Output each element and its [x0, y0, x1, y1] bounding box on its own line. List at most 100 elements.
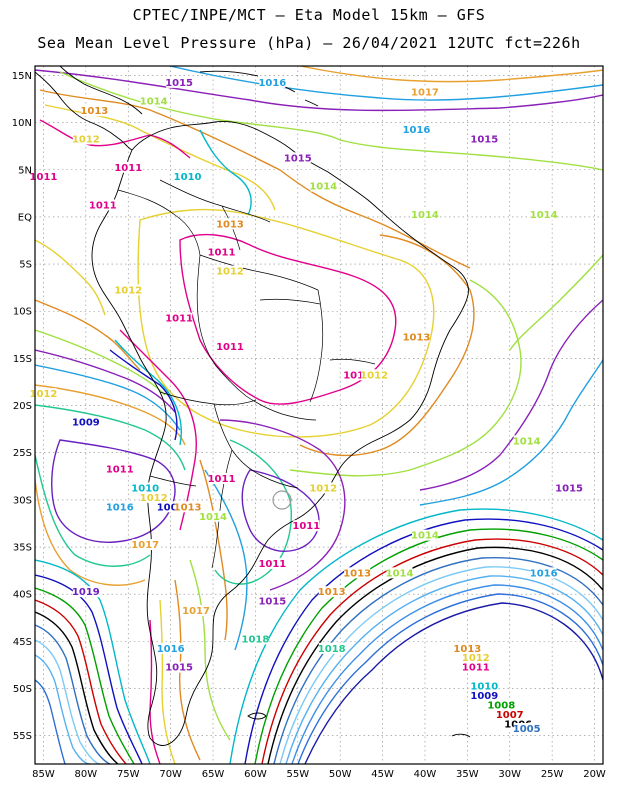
lon-tick-label: 65W	[202, 769, 225, 780]
isobar-label: 1011	[114, 161, 142, 174]
lon-tick-label: 30W	[498, 769, 521, 780]
isobar-label: 1019	[72, 586, 100, 598]
isobar-label-text: 1011	[106, 465, 134, 476]
isobar-label-text: 1012	[72, 134, 100, 145]
isobar-label-text: 1015	[555, 483, 583, 494]
isobar-label-text: 1014	[411, 531, 439, 542]
lat-tick-label: 50S	[13, 684, 32, 695]
lat-tick-label: EQ	[18, 212, 32, 223]
isobar-label: 1012	[360, 369, 388, 381]
isobar-label-text: 1015	[284, 153, 312, 164]
lat-tick-label: 20S	[13, 401, 32, 412]
lon-tick-label: 40W	[414, 769, 437, 780]
isobar-label: 1011	[106, 463, 134, 476]
isobar-label: 1015	[284, 152, 312, 164]
map-svg: 1015 101610171016101510141013101210111011…	[12, 65, 606, 780]
isobar-label-text: 1009	[72, 417, 100, 428]
lon-tick-label: 25W	[541, 769, 564, 780]
isobar-label-text: 1018	[241, 634, 269, 645]
isobar-label: 1016	[157, 642, 185, 655]
isobar-label-text: 1011	[165, 314, 193, 325]
isobar-label-text: 1015	[258, 597, 286, 608]
isobar-label: 1015	[470, 133, 498, 145]
lat-tick-label: 5S	[19, 260, 32, 271]
isobar-label: 1016	[403, 124, 431, 136]
isobar-label: 1015	[555, 482, 583, 494]
lon-tick-label: 55W	[286, 769, 309, 780]
isobar-label: 1011	[216, 340, 244, 353]
isobar-label: 1011	[30, 171, 57, 183]
isobar-label-text: 1017	[411, 87, 439, 98]
isobar-label-text: 1017	[131, 540, 159, 551]
isobar-label-text: 1013	[343, 568, 371, 579]
lon-tick-label: 80W	[75, 769, 98, 780]
isobar-label: 1017	[411, 86, 439, 98]
isobar-label-text: 1016	[530, 568, 558, 579]
lat-tick-label: 15N	[12, 71, 32, 82]
isobar-label: 1014	[386, 567, 413, 579]
lat-tick-label: 45S	[13, 637, 32, 648]
isobar-label: 1011	[292, 520, 320, 532]
lat-tick-label: 55S	[13, 731, 32, 742]
lon-tick-label: 75W	[117, 769, 140, 780]
isobar-label-text: 1011	[89, 200, 117, 211]
isobar-label: 1012	[309, 482, 337, 494]
isobar-label: 1017	[131, 539, 159, 551]
lon-tick-label: 85W	[32, 769, 55, 780]
isobar-label: 1015	[165, 661, 193, 674]
isobar-label-text: 1012	[114, 285, 142, 296]
isobar-label: 1017	[182, 605, 210, 617]
isobar-label: 1016	[258, 76, 286, 89]
isobar-label-text: 1017	[182, 606, 210, 617]
isobar-label-text: 1013	[318, 587, 346, 598]
isobar-label: 1011	[165, 312, 193, 325]
lon-tick-label: 35W	[456, 769, 479, 780]
isobar-label: 1014	[530, 208, 558, 221]
isobar-label-text: 1014	[530, 210, 558, 221]
lat-tick-label: 40S	[13, 590, 32, 601]
isobar-label-text: 1014	[309, 182, 337, 193]
lat-tick-label: 15S	[13, 354, 32, 365]
lon-tick-label: 50W	[329, 769, 352, 780]
isobar-label-text: 1015	[165, 78, 193, 89]
isobar-label: 1016	[530, 567, 558, 579]
lat-tick-label: 25S	[13, 448, 32, 459]
isobar-label: 1013	[216, 218, 244, 230]
isobar-label: 1013	[318, 586, 346, 598]
isobar-label-text: 1013	[216, 219, 244, 230]
isobar-label-text: 1014	[140, 97, 168, 108]
isobar-label: 1014	[513, 435, 541, 447]
isobar-label-text: 1012	[30, 389, 58, 400]
lon-tick-label: 70W	[159, 769, 182, 780]
isobar-label-text: 1013	[174, 502, 202, 513]
isobar-label-text: 1011	[292, 521, 320, 532]
isobar-label-text: 1016	[258, 78, 286, 89]
isobar-label: 1013	[403, 331, 430, 344]
lat-tick-label: 10N	[12, 118, 32, 129]
isobar-label-text: 1016	[157, 644, 185, 655]
isobar-label: 1011	[208, 246, 236, 259]
isobar-label-text: 1011	[216, 342, 244, 353]
isobar-label: 1010	[174, 171, 202, 183]
isobar-label-text: 1011	[462, 663, 490, 674]
lon-tick-label: 20W	[583, 769, 606, 780]
isobar-label: 1009	[72, 416, 100, 428]
isobar-label-text: 1012	[360, 370, 388, 381]
isobar-label: 1012	[72, 133, 100, 145]
isobar-label: 1015	[258, 595, 286, 608]
isobar-label: 1005	[513, 722, 541, 735]
isobar-label-text: 1016	[403, 125, 431, 136]
isobar-label-text: 1011	[208, 474, 236, 485]
isobar-label-text: 1014	[199, 512, 227, 523]
isobar-label-text: 1011	[208, 248, 236, 259]
isobar-label: 1011	[258, 557, 286, 570]
isobar-label-text: 1019	[72, 587, 100, 598]
isobar-label: 1018	[241, 633, 269, 645]
lat-tick-label: 30S	[13, 495, 32, 506]
isobar-label-text: 1012	[216, 267, 244, 278]
isobar-label: 1013	[80, 105, 108, 117]
isobar-label-text: 1011	[258, 559, 286, 570]
isobar-label: 1012	[30, 388, 58, 400]
isobar-label-text: 1016	[106, 502, 134, 513]
isobar-label: 1014	[411, 529, 439, 542]
